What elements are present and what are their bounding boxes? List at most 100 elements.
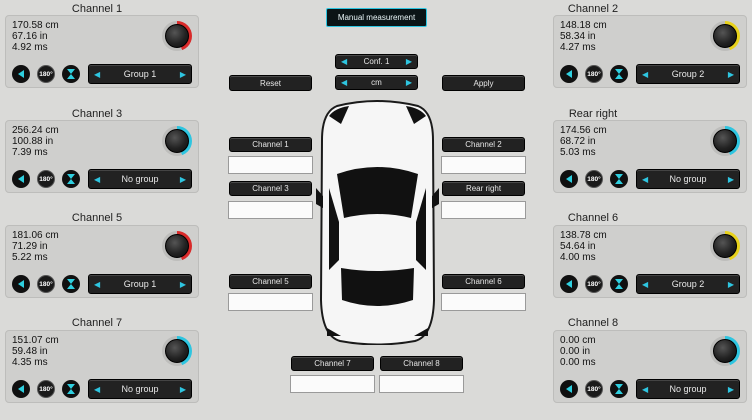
arrow-right-icon[interactable]: ▶ xyxy=(180,280,186,289)
delay-button-channel-1[interactable]: Channel 1 xyxy=(229,137,312,152)
phase-180-icon[interactable]: 180° xyxy=(585,275,603,293)
arrow-right-icon[interactable]: ▶ xyxy=(406,78,412,87)
level-knob[interactable] xyxy=(162,21,192,51)
channel-values: 256.24 cm 100.88 in 7.39 ms xyxy=(12,125,59,158)
group-selector[interactable]: ◀ No group ▶ xyxy=(636,169,740,189)
arrow-left-icon[interactable]: ◀ xyxy=(642,280,648,289)
delay-button-channel-2[interactable]: Channel 2 xyxy=(442,137,525,152)
speaker-mute-icon[interactable] xyxy=(560,65,578,83)
speaker-mute-icon[interactable] xyxy=(12,275,30,293)
hourglass-icon[interactable] xyxy=(610,380,628,398)
delay-input-channel-1[interactable] xyxy=(228,156,313,174)
manual-measurement-button[interactable]: Manual measurement xyxy=(326,8,427,27)
phase-label: 180° xyxy=(39,280,53,288)
arrow-right-icon[interactable]: ▶ xyxy=(728,280,734,289)
distance-in: 100.88 in xyxy=(12,136,54,147)
level-knob[interactable] xyxy=(162,126,192,156)
delay-ms: 4.35 ms xyxy=(12,357,48,368)
speaker-mute-icon[interactable] xyxy=(12,170,30,188)
level-knob[interactable] xyxy=(710,336,740,366)
hourglass-icon[interactable] xyxy=(62,170,80,188)
phase-label: 180° xyxy=(39,175,53,183)
speaker-mute-icon[interactable] xyxy=(560,380,578,398)
phase-180-icon[interactable]: 180° xyxy=(37,170,55,188)
arrow-right-icon[interactable]: ▶ xyxy=(728,175,734,184)
phase-180-icon[interactable]: 180° xyxy=(585,380,603,398)
phase-180-icon[interactable]: 180° xyxy=(37,275,55,293)
delay-input-channel-2[interactable] xyxy=(441,156,526,174)
group-selector[interactable]: ◀ No group ▶ xyxy=(88,169,192,189)
arrow-left-icon[interactable]: ◀ xyxy=(642,385,648,394)
delay-button-channel-5[interactable]: Channel 5 xyxy=(229,274,312,289)
arrow-left-icon[interactable]: ◀ xyxy=(341,57,347,66)
channel-values: 151.07 cm 59.48 in 4.35 ms xyxy=(12,335,59,368)
delay-button-label: Channel 1 xyxy=(252,140,289,149)
arrow-left-icon[interactable]: ◀ xyxy=(94,385,100,394)
group-selector[interactable]: ◀ Group 1 ▶ xyxy=(88,64,192,84)
hourglass-icon[interactable] xyxy=(610,65,628,83)
hourglass-icon[interactable] xyxy=(62,380,80,398)
arrow-right-icon[interactable]: ▶ xyxy=(728,70,734,79)
config-selector[interactable]: ◀ Conf. 1 ▶ xyxy=(335,54,418,69)
group-selector[interactable]: ◀ Group 1 ▶ xyxy=(88,274,192,294)
phase-label: 180° xyxy=(39,70,53,78)
arrow-right-icon[interactable]: ▶ xyxy=(180,385,186,394)
hourglass-icon[interactable] xyxy=(610,275,628,293)
apply-button[interactable]: Apply xyxy=(442,75,525,91)
level-knob[interactable] xyxy=(162,231,192,261)
delay-button-label: Channel 8 xyxy=(403,359,440,368)
level-knob[interactable] xyxy=(710,231,740,261)
arrow-left-icon[interactable]: ◀ xyxy=(94,70,100,79)
arrow-left-icon[interactable]: ◀ xyxy=(94,175,100,184)
level-knob[interactable] xyxy=(710,21,740,51)
arrow-right-icon[interactable]: ▶ xyxy=(406,57,412,66)
hourglass-icon[interactable] xyxy=(610,170,628,188)
phase-180-icon[interactable]: 180° xyxy=(37,65,55,83)
channel-8-panel: 0.00 cm 0.00 in 0.00 ms 180° ◀ No group ▶ xyxy=(553,330,747,403)
group-selector[interactable]: ◀ No group ▶ xyxy=(636,379,740,399)
arrow-left-icon[interactable]: ◀ xyxy=(642,175,648,184)
level-knob[interactable] xyxy=(710,126,740,156)
distance-cm: 148.18 cm xyxy=(560,20,607,31)
group-label: Group 2 xyxy=(671,69,705,79)
distance-cm: 181.06 cm xyxy=(12,230,59,241)
phase-180-icon[interactable]: 180° xyxy=(37,380,55,398)
delay-ms: 4.27 ms xyxy=(560,42,596,53)
phase-label: 180° xyxy=(587,175,601,183)
channel-values: 181.06 cm 71.29 in 5.22 ms xyxy=(12,230,59,263)
arrow-right-icon[interactable]: ▶ xyxy=(180,70,186,79)
group-label: No group xyxy=(669,384,707,394)
speaker-mute-icon[interactable] xyxy=(560,275,578,293)
delay-input-channel-7[interactable] xyxy=(290,375,375,393)
delay-button-channel-6[interactable]: Channel 6 xyxy=(442,274,525,289)
distance-in: 54.64 in xyxy=(560,241,596,252)
speaker-mute-icon[interactable] xyxy=(12,65,30,83)
arrow-right-icon[interactable]: ▶ xyxy=(728,385,734,394)
arrow-left-icon[interactable]: ◀ xyxy=(642,70,648,79)
phase-180-icon[interactable]: 180° xyxy=(585,65,603,83)
arrow-left-icon[interactable]: ◀ xyxy=(94,280,100,289)
speaker-mute-icon[interactable] xyxy=(12,380,30,398)
delay-input-channel-6[interactable] xyxy=(441,293,526,311)
group-selector[interactable]: ◀ Group 2 ▶ xyxy=(636,64,740,84)
hourglass-icon[interactable] xyxy=(62,65,80,83)
level-knob[interactable] xyxy=(162,336,192,366)
phase-180-icon[interactable]: 180° xyxy=(585,170,603,188)
apply-label: Apply xyxy=(473,78,494,88)
unit-selector[interactable]: ◀ cm ▶ xyxy=(335,75,418,90)
delay-button-channel-8[interactable]: Channel 8 xyxy=(380,356,463,371)
delay-input-channel-3[interactable] xyxy=(228,201,313,219)
hourglass-icon[interactable] xyxy=(62,275,80,293)
delay-button-channel-3[interactable]: Channel 3 xyxy=(229,181,312,196)
reset-button[interactable]: Reset xyxy=(229,75,312,91)
arrow-left-icon[interactable]: ◀ xyxy=(341,78,347,87)
group-selector[interactable]: ◀ Group 2 ▶ xyxy=(636,274,740,294)
delay-input-channel-8[interactable] xyxy=(379,375,464,393)
speaker-mute-icon[interactable] xyxy=(560,170,578,188)
delay-button-rear-right[interactable]: Rear right xyxy=(442,181,525,196)
group-selector[interactable]: ◀ No group ▶ xyxy=(88,379,192,399)
delay-button-channel-7[interactable]: Channel 7 xyxy=(291,356,374,371)
delay-input-channel-5[interactable] xyxy=(228,293,313,311)
arrow-right-icon[interactable]: ▶ xyxy=(180,175,186,184)
group-label: No group xyxy=(121,174,159,184)
